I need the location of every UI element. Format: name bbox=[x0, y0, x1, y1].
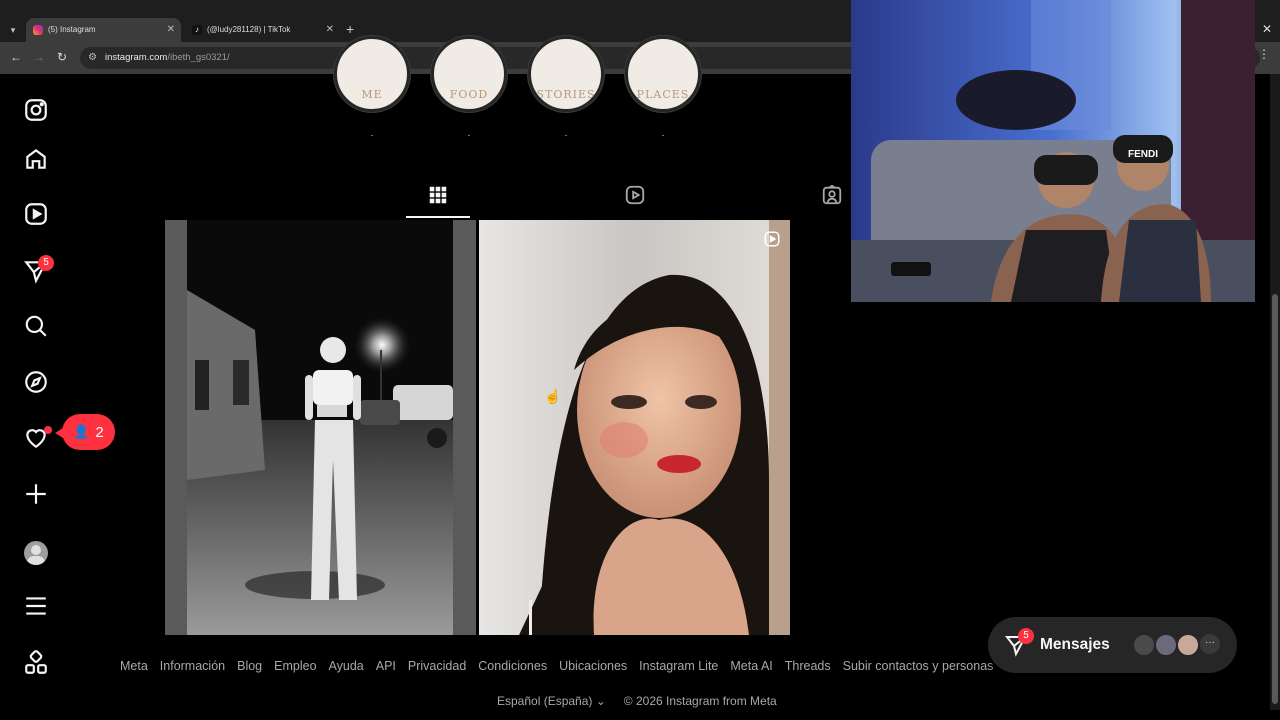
tab-posts-grid-icon[interactable] bbox=[427, 184, 449, 211]
user-icon: 👤 bbox=[73, 424, 90, 439]
notification-count: 2 bbox=[95, 423, 104, 441]
plus-icon[interactable] bbox=[22, 480, 50, 508]
more-icon[interactable]: ··· bbox=[1200, 634, 1220, 654]
avatar bbox=[1132, 633, 1156, 657]
webcam-overlay: FENDI bbox=[851, 0, 1255, 302]
language-select[interactable]: Español (España) ⌄ bbox=[497, 694, 606, 708]
home-icon[interactable] bbox=[22, 145, 50, 173]
highlight-art: FOOD bbox=[449, 88, 489, 101]
messages-dock[interactable]: 5 Mensajes ··· bbox=[988, 617, 1237, 673]
highlight-label: . bbox=[467, 128, 471, 138]
messages-badge: 5 bbox=[1018, 628, 1034, 644]
reload-icon[interactable]: ↻ bbox=[57, 50, 67, 64]
scrollbar[interactable] bbox=[1270, 74, 1280, 710]
highlight-1[interactable]: ME bbox=[334, 36, 410, 114]
notification-dot bbox=[44, 426, 52, 434]
url-path: /ibeth_gs0321/ bbox=[167, 52, 230, 63]
instagram-logo-icon[interactable] bbox=[22, 96, 50, 124]
footer-link[interactable]: Subir contactos y personas bbox=[843, 659, 994, 675]
reel-indicator-icon bbox=[763, 230, 781, 248]
svg-text:FENDI: FENDI bbox=[1128, 149, 1158, 160]
screen: ▾ (5) Instagram ✕ ♪ (@ludy281128) | TikT… bbox=[0, 0, 1280, 720]
avatar bbox=[1176, 633, 1200, 657]
apps-icon[interactable] bbox=[22, 649, 50, 677]
chevron-down-icon: ⌄ bbox=[595, 694, 606, 708]
post-image-portrait bbox=[479, 220, 790, 635]
browser-menu-icon[interactable]: ⋮ bbox=[1258, 47, 1270, 61]
search-icon[interactable] bbox=[22, 312, 50, 340]
new-tab-button[interactable]: + bbox=[346, 21, 354, 37]
notification-pill[interactable]: 👤 2 bbox=[55, 414, 115, 450]
highlight-art: STORIES bbox=[536, 88, 596, 101]
footer-link[interactable]: Blog bbox=[237, 659, 262, 675]
highlight-label: . bbox=[370, 128, 374, 138]
footer-links: Meta Información Blog Empleo Ayuda API P… bbox=[120, 659, 1010, 675]
tiktok-favicon-icon: ♪ bbox=[192, 25, 202, 35]
site-info-icon[interactable]: ⚙ bbox=[88, 52, 97, 63]
highlight-label: . bbox=[661, 128, 665, 138]
window-close-icon[interactable]: ✕ bbox=[1262, 22, 1272, 36]
footer-link[interactable]: Threads bbox=[785, 659, 831, 675]
url-text: instagram.com/ibeth_gs0321/ bbox=[105, 52, 230, 63]
highlight-2[interactable]: FOOD bbox=[431, 36, 507, 114]
post-thumbnail-2[interactable] bbox=[479, 220, 790, 635]
explore-icon[interactable] bbox=[22, 368, 50, 396]
forward-icon[interactable]: → bbox=[33, 50, 45, 64]
webcam-image: FENDI bbox=[851, 0, 1255, 302]
footer-link[interactable]: Instagram Lite bbox=[639, 659, 718, 675]
footer-link[interactable]: Empleo bbox=[274, 659, 316, 675]
highlight-art: ME bbox=[361, 88, 383, 101]
footer-link[interactable]: Meta bbox=[120, 659, 148, 675]
language-label: Español (España) bbox=[497, 694, 593, 708]
highlight-cover: STORIES bbox=[528, 36, 604, 112]
messages-badge: 5 bbox=[38, 255, 54, 271]
highlight-cover: PLACES bbox=[625, 36, 701, 112]
post-thumbnail-1[interactable] bbox=[165, 220, 476, 635]
browser-tab-tiktok[interactable]: ♪ (@ludy281128) | TikTok ✕ bbox=[185, 18, 340, 42]
footer-link[interactable]: Ubicaciones bbox=[559, 659, 627, 675]
avatar bbox=[1154, 633, 1178, 657]
highlight-cover: ME bbox=[334, 36, 410, 112]
highlight-cover: FOOD bbox=[431, 36, 507, 112]
messages-label: Mensajes bbox=[1040, 636, 1110, 653]
back-icon[interactable]: ← bbox=[10, 50, 22, 64]
highlight-3[interactable]: STORIES bbox=[528, 36, 604, 114]
scrollbar-thumb[interactable] bbox=[1272, 294, 1278, 704]
highlight-art: PLACES bbox=[636, 88, 690, 101]
tab-title: (@ludy281128) | TikTok bbox=[207, 25, 291, 34]
footer-link[interactable]: Información bbox=[160, 659, 225, 675]
highlight-label: . bbox=[564, 128, 568, 138]
footer-link[interactable]: API bbox=[376, 659, 396, 675]
post-image-bw bbox=[165, 220, 476, 635]
close-tab-icon[interactable]: ✕ bbox=[326, 18, 334, 42]
footer-bottom: Español (España) ⌄ © 2026 Instagram from… bbox=[497, 694, 777, 708]
tab-tagged-icon[interactable] bbox=[821, 184, 843, 211]
footer-link[interactable]: Condiciones bbox=[478, 659, 547, 675]
close-tab-icon[interactable]: ✕ bbox=[167, 18, 175, 42]
browser-tab-instagram[interactable]: (5) Instagram ✕ bbox=[26, 18, 181, 42]
profile-avatar[interactable] bbox=[24, 541, 48, 565]
footer-link[interactable]: Ayuda bbox=[329, 659, 364, 675]
footer-link[interactable]: Meta AI bbox=[730, 659, 772, 675]
copyright: © 2026 Instagram from Meta bbox=[623, 694, 777, 708]
active-tab-indicator bbox=[406, 216, 470, 218]
footer-link[interactable]: Privacidad bbox=[408, 659, 466, 675]
reels-icon[interactable] bbox=[22, 200, 50, 228]
menu-icon[interactable] bbox=[22, 592, 50, 620]
url-host: instagram.com bbox=[105, 52, 168, 63]
highlight-4[interactable]: PLACES bbox=[625, 36, 701, 114]
sidebar: 5 👤 2 bbox=[0, 74, 115, 720]
tab-reels-icon[interactable] bbox=[624, 184, 646, 211]
mouse-cursor-icon: ☝ bbox=[544, 388, 562, 404]
tab-title: (5) Instagram bbox=[48, 25, 96, 34]
instagram-favicon-icon bbox=[33, 25, 43, 35]
tab-search-icon[interactable]: ▾ bbox=[5, 22, 21, 38]
